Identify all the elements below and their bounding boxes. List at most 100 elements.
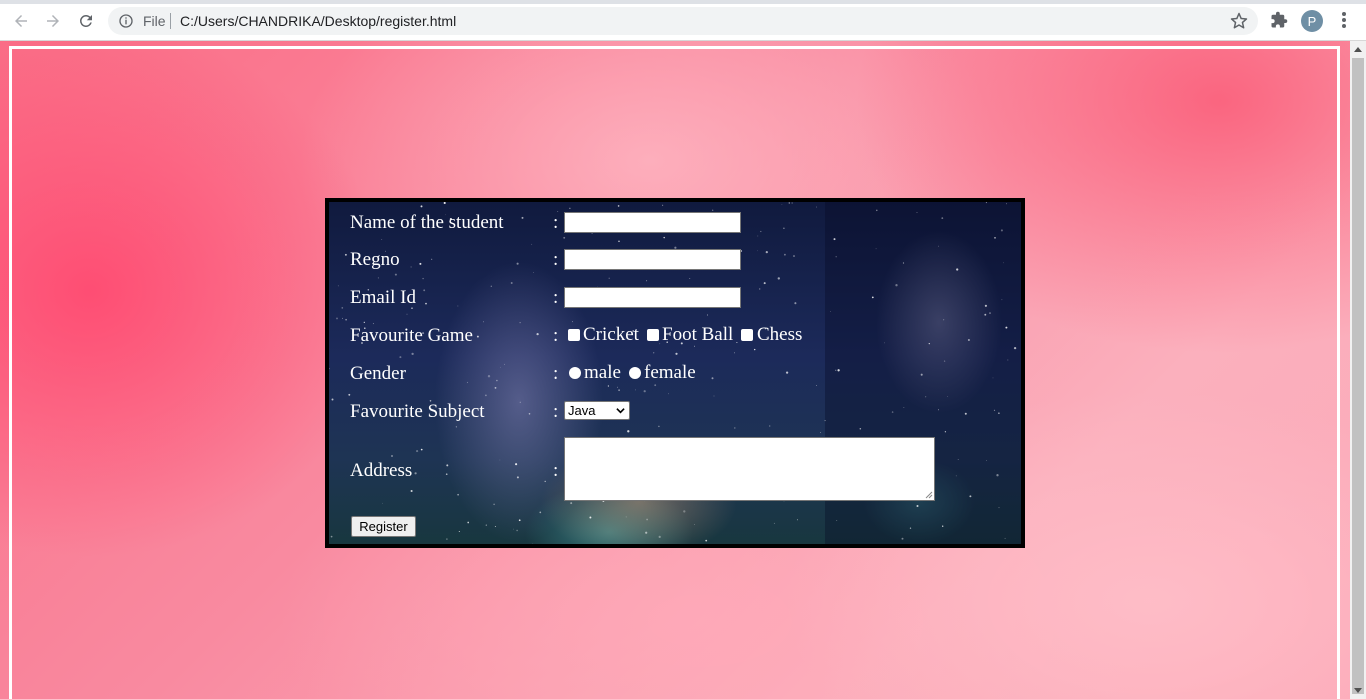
male-radio[interactable] (569, 367, 581, 379)
star (757, 235, 759, 237)
star (348, 393, 351, 396)
chevron-down-icon (616, 408, 625, 414)
star (625, 516, 627, 518)
star (410, 489, 413, 493)
colon: : (553, 363, 559, 384)
star (420, 448, 423, 451)
bookmark-star-icon[interactable] (1230, 12, 1248, 30)
forward-button[interactable] (41, 9, 65, 33)
star (705, 539, 708, 542)
star (476, 335, 479, 338)
game-label: Favourite Game (350, 325, 473, 346)
info-icon[interactable] (118, 13, 134, 29)
url-text[interactable]: C:/Users/CHANDRIKA/Desktop/register.html (180, 13, 456, 29)
scrollbar-thumb[interactable] (1352, 58, 1364, 694)
star (662, 204, 664, 206)
male-label: male (584, 362, 621, 383)
star (363, 321, 365, 323)
star (494, 525, 496, 528)
resize-grip-icon[interactable] (925, 491, 933, 499)
register-button[interactable]: Register (351, 516, 416, 537)
more-vert-icon[interactable] (1336, 11, 1352, 29)
star (431, 258, 433, 260)
star (443, 202, 446, 205)
star (563, 236, 566, 239)
address-textarea[interactable] (564, 437, 935, 501)
address-bar[interactable]: File C:/Users/CHANDRIKA/Desktop/register… (108, 7, 1258, 35)
star (711, 377, 714, 380)
female-radio[interactable] (629, 367, 641, 379)
star (381, 239, 383, 240)
star (663, 236, 665, 239)
star (399, 356, 402, 359)
star (668, 393, 669, 395)
tab-strip (0, 0, 1366, 4)
name-input[interactable] (564, 212, 741, 233)
star (618, 240, 620, 243)
star (794, 302, 797, 305)
football-checkbox[interactable] (647, 329, 659, 341)
subject-select[interactable]: Java (564, 401, 630, 420)
star (516, 476, 519, 479)
scroll-up-arrow-icon[interactable] (1354, 47, 1362, 52)
star (528, 413, 531, 415)
reload-icon (79, 14, 92, 27)
cricket-checkbox[interactable] (568, 329, 580, 341)
star (713, 395, 715, 397)
back-button[interactable] (9, 9, 33, 33)
colon: : (553, 287, 559, 308)
star (516, 529, 518, 532)
colon: : (553, 460, 559, 481)
email-input[interactable] (564, 287, 741, 308)
star (763, 282, 766, 285)
star (569, 207, 571, 209)
extensions-puzzle-icon[interactable] (1270, 11, 1288, 29)
chess-checkbox[interactable] (741, 329, 753, 341)
star (510, 282, 513, 284)
star (329, 367, 330, 370)
star (455, 426, 457, 428)
star (783, 227, 785, 229)
star (342, 317, 344, 319)
star (500, 366, 501, 368)
star (760, 230, 762, 233)
star (544, 480, 546, 483)
arrow-left-icon (15, 15, 27, 27)
profile-avatar[interactable]: P (1301, 10, 1323, 32)
star (496, 379, 498, 382)
reload-button[interactable] (74, 9, 98, 33)
regno-label: Regno (350, 249, 400, 270)
star (788, 202, 791, 204)
star (337, 285, 339, 287)
star (487, 375, 491, 378)
star (783, 253, 786, 256)
star (331, 398, 334, 401)
star (344, 253, 347, 256)
star (341, 307, 344, 309)
scroll-down-arrow-icon[interactable] (1354, 688, 1362, 693)
file-scheme-label: File (143, 13, 166, 29)
star (382, 502, 383, 504)
star (654, 384, 657, 387)
star (414, 472, 417, 475)
vertical-scrollbar[interactable] (1350, 41, 1366, 699)
star (493, 503, 495, 506)
star (785, 371, 789, 374)
address-label: Address (350, 460, 413, 481)
star (781, 204, 783, 205)
star (420, 205, 423, 208)
star (485, 524, 487, 526)
registration-form: Name of the student : Regno : Email Id :… (325, 198, 1025, 548)
star (645, 531, 648, 534)
star (658, 425, 660, 428)
star (777, 277, 780, 280)
star (410, 266, 412, 268)
star (643, 390, 646, 393)
star (504, 363, 505, 365)
star (516, 262, 519, 265)
star (607, 385, 610, 387)
cricket-label: Cricket (583, 324, 639, 345)
star (820, 432, 822, 433)
star (608, 277, 610, 279)
regno-input[interactable] (564, 249, 741, 270)
